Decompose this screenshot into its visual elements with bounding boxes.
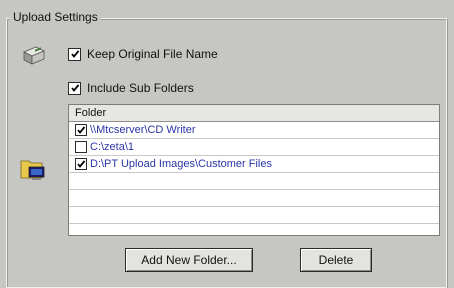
folder-path: \\Mtcserver\CD Writer: [90, 124, 196, 136]
folder-row-checkbox[interactable]: [75, 124, 87, 136]
folder-monitor-icon: [20, 156, 48, 182]
include-sub-label: Include Sub Folders: [87, 81, 194, 95]
empty-row: [69, 207, 439, 224]
keep-original-label: Keep Original File Name: [87, 47, 218, 61]
keep-original-checkbox[interactable]: [68, 47, 81, 61]
folder-row-checkbox[interactable]: [75, 141, 87, 153]
include-sub-checkbox[interactable]: [68, 81, 81, 95]
delete-button[interactable]: Delete: [300, 248, 372, 272]
empty-row: [69, 190, 439, 207]
folder-path: D:\PT Upload Images\Customer Files: [90, 158, 272, 170]
include-sub-option[interactable]: Include Sub Folders: [68, 81, 194, 95]
folder-row[interactable]: D:\PT Upload Images\Customer Files: [69, 156, 439, 173]
folder-path: C:\zeta\1: [90, 141, 135, 153]
empty-row: [69, 173, 439, 190]
folder-list[interactable]: Folder \\Mtcserver\CD Writer C:\zeta\1 D…: [68, 104, 440, 236]
add-new-folder-button[interactable]: Add New Folder...: [125, 248, 253, 272]
keep-original-option[interactable]: Keep Original File Name: [68, 47, 218, 61]
folder-row[interactable]: \\Mtcserver\CD Writer: [69, 122, 439, 139]
folder-column-header[interactable]: Folder: [69, 105, 439, 122]
folder-row-checkbox[interactable]: [75, 158, 87, 170]
drive-icon: [22, 44, 46, 66]
folder-row[interactable]: C:\zeta\1: [69, 139, 439, 156]
group-title: Upload Settings: [10, 10, 101, 24]
